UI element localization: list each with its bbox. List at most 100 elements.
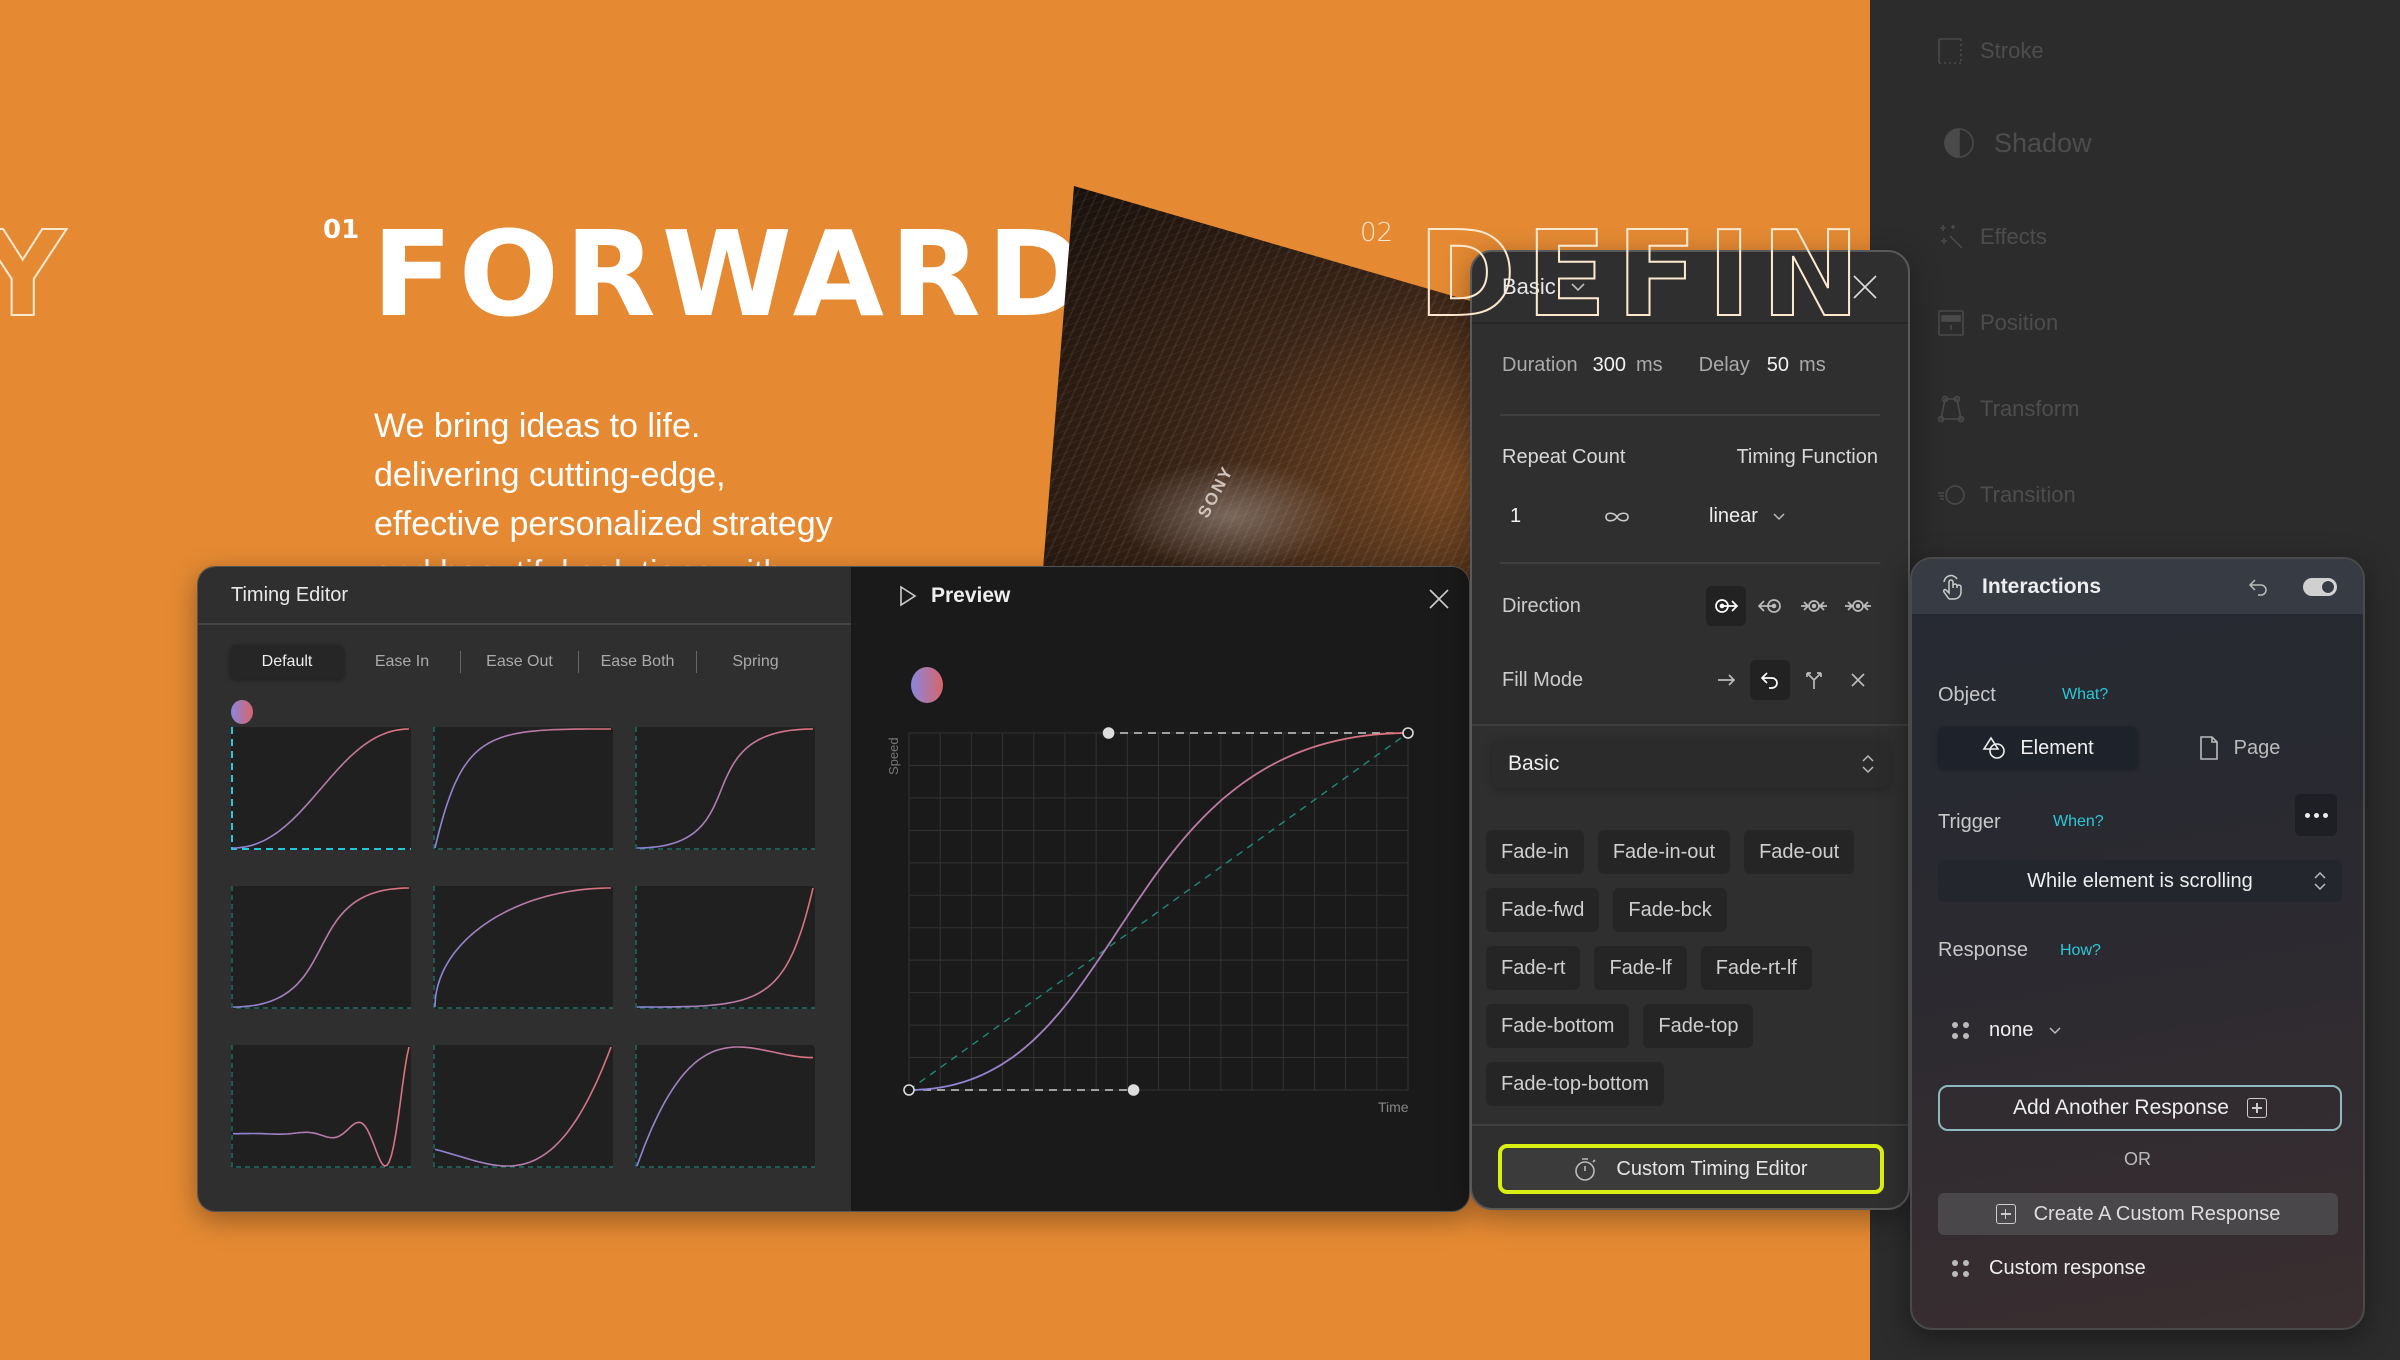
preset-chip-fade-fwd[interactable]: Fade-fwd bbox=[1486, 888, 1600, 932]
divider bbox=[1500, 562, 1880, 564]
easing-curve-thumbnail bbox=[433, 1045, 613, 1168]
create-custom-response-button[interactable]: Create A Custom Response bbox=[1938, 1193, 2338, 1235]
direction-alternate-button[interactable] bbox=[1794, 586, 1834, 626]
easing-curve-thumbnail bbox=[635, 727, 815, 850]
sidebar-item-effects[interactable]: Effects bbox=[1936, 222, 2047, 252]
preset-chip-fade-bottom[interactable]: Fade-bottom bbox=[1486, 1004, 1630, 1048]
direction-normal-button[interactable] bbox=[1706, 586, 1746, 626]
easing-preset-card[interactable] bbox=[231, 727, 411, 850]
interactions-enabled-toggle[interactable] bbox=[2303, 577, 2337, 596]
hero-title: FORWARD bbox=[372, 205, 1091, 343]
easing-curve-thumbnail bbox=[231, 727, 411, 850]
repeat-count-label: Repeat Count bbox=[1502, 446, 1626, 468]
sidebar-item-shadow[interactable]: Shadow bbox=[1942, 126, 2092, 160]
easing-preset-card[interactable] bbox=[231, 1045, 411, 1168]
custom-timing-editor-button[interactable]: Custom Timing Editor bbox=[1498, 1144, 1884, 1194]
fill-backwards-button[interactable] bbox=[1750, 660, 1790, 700]
control-point-1[interactable] bbox=[1127, 1084, 1140, 1096]
repeat-count-input[interactable]: 1 bbox=[1502, 505, 1602, 528]
easing-preset-card[interactable] bbox=[433, 886, 613, 1009]
divider bbox=[1472, 1124, 1908, 1126]
sidebar-item-position[interactable]: Position bbox=[1936, 308, 2058, 338]
timing-function-dropdown[interactable]: linear bbox=[1709, 505, 1786, 528]
object-option-page[interactable]: Page bbox=[2138, 727, 2338, 769]
add-another-response-button[interactable]: Add Another Response bbox=[1938, 1085, 2342, 1131]
easing-preset-card[interactable] bbox=[635, 727, 815, 850]
response-dropdown[interactable]: none bbox=[1952, 1019, 2062, 1042]
outline-next-word: DEFINE bbox=[1417, 204, 1870, 344]
direction-alternate-reverse-button[interactable] bbox=[1838, 586, 1878, 626]
preset-chip-fade-in[interactable]: Fade-in bbox=[1486, 830, 1584, 874]
easing-curve-thumbnail bbox=[433, 886, 613, 1009]
preset-chip-fade-top[interactable]: Fade-top bbox=[1643, 1004, 1754, 1048]
preset-chip-fade-rt[interactable]: Fade-rt bbox=[1486, 946, 1581, 990]
delay-label: Delay bbox=[1698, 354, 1750, 376]
split-arrows-icon bbox=[1806, 672, 1822, 689]
tab-ease-in[interactable]: Ease In bbox=[344, 645, 460, 679]
section-number: 01 bbox=[323, 215, 360, 245]
chevron-down-icon bbox=[2048, 1027, 2061, 1035]
direction-reverse-icon bbox=[1757, 599, 1781, 613]
x-axis-label: Time bbox=[1378, 1099, 1409, 1115]
tab-default[interactable]: Default bbox=[230, 645, 344, 679]
drag-handle-icon[interactable] bbox=[1952, 1022, 1969, 1039]
sidebar-item-stroke[interactable]: Stroke bbox=[1936, 36, 2044, 66]
preset-chip-fade-top-bottom[interactable]: Fade-top-bottom bbox=[1486, 1062, 1664, 1106]
easing-preset-card[interactable] bbox=[231, 886, 411, 1009]
start-point[interactable] bbox=[903, 1084, 915, 1096]
trigger-select[interactable]: While element is scrolling bbox=[1938, 860, 2342, 902]
divider bbox=[1472, 724, 1908, 726]
fill-none-button[interactable] bbox=[1838, 660, 1878, 700]
custom-response-item[interactable]: Custom response bbox=[1952, 1257, 2146, 1280]
tab-ease-both[interactable]: Ease Both bbox=[579, 645, 696, 679]
fill-both-button[interactable] bbox=[1794, 660, 1834, 700]
delay-unit: ms bbox=[1799, 354, 1826, 376]
preview-header[interactable]: Preview bbox=[899, 584, 1010, 608]
direction-reverse-button[interactable] bbox=[1750, 586, 1790, 626]
duration-input[interactable]: 300 bbox=[1593, 354, 1626, 377]
preset-chip-fade-out[interactable]: Fade-out bbox=[1744, 830, 1855, 874]
direction-normal-icon bbox=[1715, 599, 1739, 613]
preview-ball bbox=[911, 667, 943, 703]
easing-preset-card[interactable] bbox=[433, 1045, 613, 1168]
direction-alternate-icon bbox=[1801, 600, 1827, 612]
bezier-curve-chart[interactable]: Speed Time bbox=[871, 717, 1431, 1157]
response-hint-link[interactable]: How? bbox=[2060, 942, 2101, 960]
preset-chip-fade-bck[interactable]: Fade-bck bbox=[1613, 888, 1727, 932]
delay-input[interactable]: 50 bbox=[1767, 354, 1789, 377]
tab-ease-out[interactable]: Ease Out bbox=[461, 645, 578, 679]
object-hint-link[interactable]: What? bbox=[2062, 686, 2108, 704]
outline-word-fragment: Y bbox=[0, 204, 70, 344]
easing-preset-card[interactable] bbox=[433, 727, 613, 850]
object-option-element[interactable]: Element bbox=[1938, 727, 2138, 769]
drag-handle-icon[interactable] bbox=[1952, 1260, 1969, 1277]
timing-function-label: Timing Function bbox=[1736, 446, 1878, 468]
sidebar-item-transform[interactable]: Transform bbox=[1936, 394, 2079, 424]
more-options-button[interactable] bbox=[2295, 794, 2337, 836]
preset-chip-fade-in-out[interactable]: Fade-in-out bbox=[1597, 830, 1731, 874]
preset-chip-fade-rt-lf[interactable]: Fade-rt-lf bbox=[1700, 946, 1812, 990]
duration-delay-row: Duration 300 ms Delay 50 ms bbox=[1502, 354, 1878, 377]
undo-icon[interactable] bbox=[2247, 577, 2269, 597]
easing-curve-thumbnail bbox=[231, 886, 411, 1009]
sidebar-item-transition[interactable]: Transition bbox=[1936, 480, 2076, 510]
hero-copy-line: We bring ideas to life. bbox=[374, 407, 701, 445]
axis-guide bbox=[635, 727, 815, 850]
fill-mode-options bbox=[1706, 660, 1878, 700]
control-point-2[interactable] bbox=[1102, 727, 1115, 739]
timing-editor-title: Timing Editor bbox=[231, 583, 349, 606]
stroke-icon bbox=[1938, 38, 1962, 64]
fill-forwards-button[interactable] bbox=[1706, 660, 1746, 700]
preset-chip-fade-lf[interactable]: Fade-lf bbox=[1594, 946, 1687, 990]
preset-category-select[interactable]: Basic bbox=[1492, 740, 1890, 788]
trigger-hint-link[interactable]: When? bbox=[2053, 813, 2104, 831]
easing-preset-card[interactable] bbox=[635, 886, 815, 1009]
close-icon[interactable] bbox=[1427, 587, 1451, 611]
axis-guide bbox=[635, 886, 815, 1009]
end-point[interactable] bbox=[1402, 727, 1414, 739]
timing-editor-panel: Timing Editor Default Ease In Ease Out E… bbox=[197, 566, 1470, 1212]
infinity-icon[interactable] bbox=[1602, 509, 1632, 525]
tab-spring[interactable]: Spring bbox=[697, 645, 814, 679]
easing-preset-card[interactable] bbox=[635, 1045, 815, 1168]
play-icon bbox=[900, 585, 917, 607]
